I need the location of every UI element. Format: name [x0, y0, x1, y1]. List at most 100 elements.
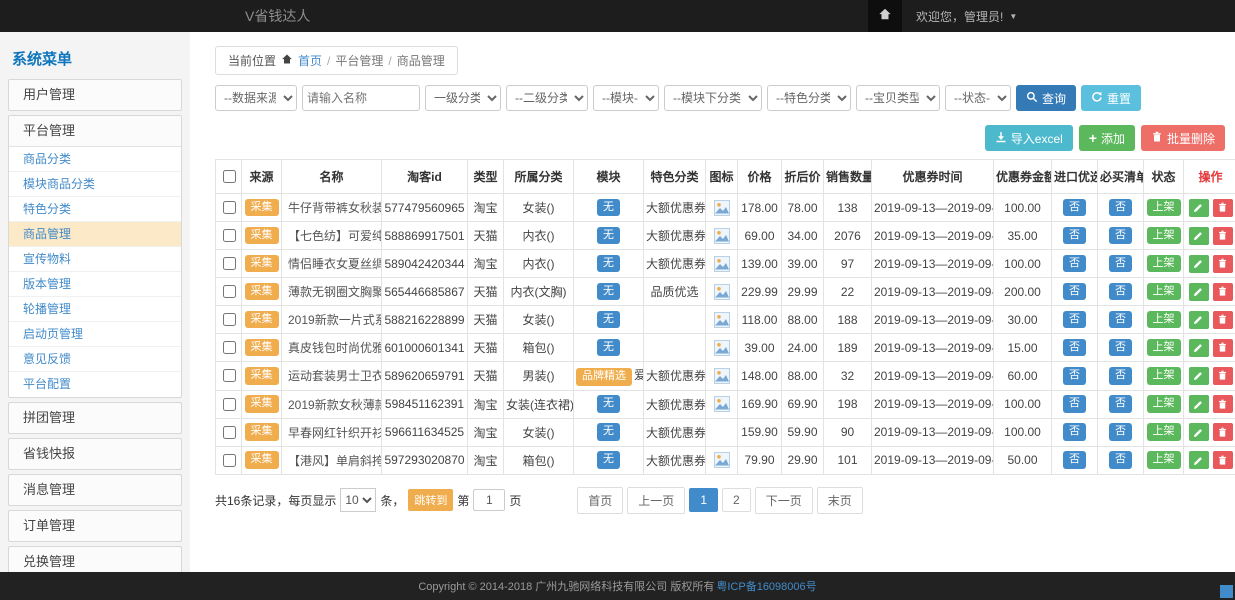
import-select-toggle[interactable]: 否	[1063, 423, 1086, 441]
status-badge[interactable]: 上架	[1147, 367, 1181, 385]
pager-next[interactable]: 下一页	[755, 487, 813, 514]
must-buy-toggle[interactable]: 否	[1109, 451, 1132, 469]
sidebar-subitem-goods-category[interactable]: 商品分类	[9, 147, 181, 172]
sidebar-item-exchange-management[interactable]: 兑换管理	[9, 547, 181, 572]
back-to-top-button[interactable]	[1220, 585, 1233, 598]
import-select-toggle[interactable]: 否	[1063, 199, 1086, 217]
delete-button[interactable]	[1213, 311, 1233, 329]
must-buy-toggle[interactable]: 否	[1109, 311, 1132, 329]
home-button[interactable]	[868, 0, 902, 32]
status-badge[interactable]: 上架	[1147, 199, 1181, 217]
icp-link[interactable]: 粤ICP备16098006号	[716, 578, 816, 594]
import-select-toggle[interactable]: 否	[1063, 311, 1086, 329]
must-buy-toggle[interactable]: 否	[1109, 227, 1132, 245]
sidebar-item-order-management[interactable]: 订单管理	[9, 511, 181, 541]
edit-button[interactable]	[1189, 395, 1209, 413]
status-badge[interactable]: 上架	[1147, 339, 1181, 357]
must-buy-toggle[interactable]: 否	[1109, 255, 1132, 273]
filter-select-module-subcategory[interactable]: --模块下分类--	[664, 85, 762, 111]
must-buy-toggle[interactable]: 否	[1109, 199, 1132, 217]
sidebar-item-group-buy-management[interactable]: 拼团管理	[9, 403, 181, 433]
filter-select-status[interactable]: --状态--	[945, 85, 1011, 111]
status-badge[interactable]: 上架	[1147, 395, 1181, 413]
import-select-toggle[interactable]: 否	[1063, 451, 1086, 469]
user-menu[interactable]: 欢迎您，管理员! ▼	[902, 0, 1031, 32]
import-excel-button[interactable]: 导入excel	[985, 125, 1073, 151]
sidebar-item-user-management[interactable]: 用户管理	[9, 80, 181, 110]
delete-button[interactable]	[1213, 423, 1233, 441]
must-buy-toggle[interactable]: 否	[1109, 283, 1132, 301]
add-button[interactable]: + 添加	[1079, 125, 1135, 151]
per-page-select[interactable]: 10	[340, 488, 376, 512]
delete-button[interactable]	[1213, 283, 1233, 301]
pager-page-2[interactable]: 2	[722, 488, 751, 512]
status-badge[interactable]: 上架	[1147, 283, 1181, 301]
filter-select-feature-category[interactable]: --特色分类--	[767, 85, 851, 111]
sidebar-subitem-feedback[interactable]: 意见反馈	[9, 347, 181, 372]
pager-page-1[interactable]: 1	[689, 488, 718, 512]
reset-button[interactable]: 重置	[1081, 85, 1141, 111]
sidebar-item-platform-management[interactable]: 平台管理	[9, 116, 181, 146]
import-select-toggle[interactable]: 否	[1063, 367, 1086, 385]
must-buy-toggle[interactable]: 否	[1109, 367, 1132, 385]
sidebar-subitem-platform-config[interactable]: 平台配置	[9, 372, 181, 397]
edit-button[interactable]	[1189, 339, 1209, 357]
edit-button[interactable]	[1189, 199, 1209, 217]
jump-button[interactable]: 跳转到	[408, 489, 453, 511]
edit-button[interactable]	[1189, 227, 1209, 245]
must-buy-toggle[interactable]: 否	[1109, 395, 1132, 413]
row-checkbox[interactable]	[223, 201, 236, 214]
row-checkbox[interactable]	[223, 369, 236, 382]
status-badge[interactable]: 上架	[1147, 423, 1181, 441]
filter-select-level1-category[interactable]: 一级分类	[425, 85, 501, 111]
edit-button[interactable]	[1189, 255, 1209, 273]
import-select-toggle[interactable]: 否	[1063, 339, 1086, 357]
sidebar-subitem-version-management[interactable]: 版本管理	[9, 272, 181, 297]
delete-button[interactable]	[1213, 367, 1233, 385]
row-checkbox[interactable]	[223, 454, 236, 467]
filter-select-level2-category[interactable]: --二级分类--	[506, 85, 588, 111]
sidebar-item-saving-news[interactable]: 省钱快报	[9, 439, 181, 469]
sidebar-subitem-module-goods-category[interactable]: 模块商品分类	[9, 172, 181, 197]
must-buy-toggle[interactable]: 否	[1109, 423, 1132, 441]
status-badge[interactable]: 上架	[1147, 451, 1181, 469]
delete-button[interactable]	[1213, 199, 1233, 217]
edit-button[interactable]	[1189, 367, 1209, 385]
sidebar-subitem-goods-management[interactable]: 商品管理	[9, 222, 181, 247]
import-select-toggle[interactable]: 否	[1063, 283, 1086, 301]
sidebar-subitem-carousel-management[interactable]: 轮播管理	[9, 297, 181, 322]
sidebar-subitem-promo-material[interactable]: 宣传物料	[9, 247, 181, 272]
import-select-toggle[interactable]: 否	[1063, 255, 1086, 273]
row-checkbox[interactable]	[223, 341, 236, 354]
row-checkbox[interactable]	[223, 229, 236, 242]
row-checkbox[interactable]	[223, 426, 236, 439]
delete-button[interactable]	[1213, 451, 1233, 469]
sidebar-item-message-management[interactable]: 消息管理	[9, 475, 181, 505]
row-checkbox[interactable]	[223, 257, 236, 270]
status-badge[interactable]: 上架	[1147, 311, 1181, 329]
sidebar-subitem-splash-page-management[interactable]: 启动页管理	[9, 322, 181, 347]
pager-last[interactable]: 末页	[817, 487, 863, 514]
delete-button[interactable]	[1213, 227, 1233, 245]
filter-select-module[interactable]: --模块--	[593, 85, 659, 111]
row-checkbox[interactable]	[223, 313, 236, 326]
row-checkbox[interactable]	[223, 398, 236, 411]
pager-first[interactable]: 首页	[577, 487, 623, 514]
page-number-input[interactable]	[473, 489, 505, 511]
edit-button[interactable]	[1189, 311, 1209, 329]
delete-button[interactable]	[1213, 339, 1233, 357]
batch-delete-button[interactable]: 批量删除	[1141, 125, 1225, 151]
pager-prev[interactable]: 上一页	[627, 487, 685, 514]
delete-button[interactable]	[1213, 255, 1233, 273]
import-select-toggle[interactable]: 否	[1063, 395, 1086, 413]
status-badge[interactable]: 上架	[1147, 255, 1181, 273]
edit-button[interactable]	[1189, 451, 1209, 469]
filter-select-item-type[interactable]: --宝贝类型--	[856, 85, 940, 111]
filter-input-name-search[interactable]	[302, 85, 420, 111]
must-buy-toggle[interactable]: 否	[1109, 339, 1132, 357]
filter-select-data-source[interactable]: --数据来源--	[215, 85, 297, 111]
select-all-checkbox[interactable]	[223, 170, 236, 183]
search-button[interactable]: 查询	[1016, 85, 1076, 111]
sidebar-subitem-feature-category[interactable]: 特色分类	[9, 197, 181, 222]
import-select-toggle[interactable]: 否	[1063, 227, 1086, 245]
